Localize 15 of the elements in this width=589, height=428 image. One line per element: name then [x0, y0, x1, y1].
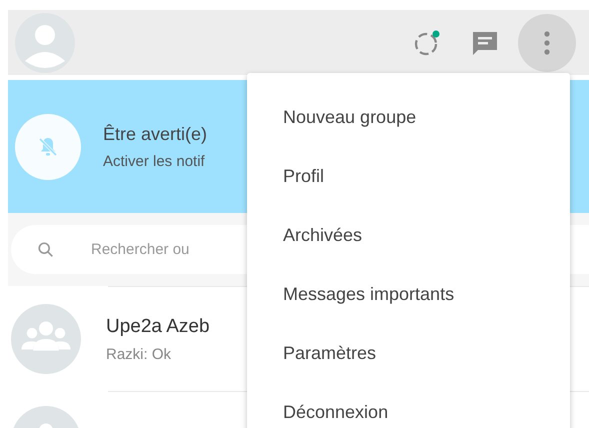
menu-item[interactable]: Messages importants — [247, 265, 570, 324]
last-message: Razki: Ok — [106, 346, 172, 362]
menu-item[interactable]: Paramètres — [247, 324, 570, 383]
menu-item[interactable]: Profil — [247, 147, 570, 206]
banner-title: Être averti(e) — [103, 124, 208, 144]
banner-link[interactable]: Activer les notif — [103, 152, 208, 170]
more-options-icon[interactable] — [542, 30, 552, 56]
search-icon — [37, 241, 55, 259]
chat-name[interactable]: Upe2a Azeb — [106, 316, 210, 338]
group-avatar[interactable] — [11, 304, 81, 374]
menu-item[interactable]: Nouveau groupe — [247, 88, 570, 147]
status-icon[interactable] — [412, 28, 442, 58]
profile-avatar[interactable] — [15, 12, 75, 72]
menu-item[interactable]: Déconnexion — [247, 383, 570, 428]
menu-item[interactable]: Archivées — [247, 206, 570, 265]
